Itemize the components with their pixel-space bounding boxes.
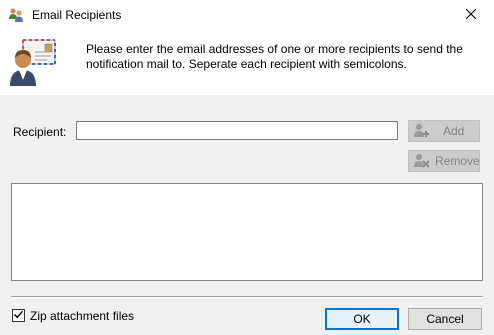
close-icon (465, 8, 477, 22)
checkmark-icon (13, 309, 24, 323)
recipient-input[interactable] (76, 121, 398, 140)
recipient-label: Recipient: (13, 125, 67, 139)
add-button-label: Add (443, 124, 465, 138)
email-contact-icon (9, 38, 57, 86)
remove-button-label: Remove (435, 154, 480, 168)
add-button[interactable]: Add (408, 120, 480, 142)
users-icon (8, 7, 24, 23)
instructions-text: Please enter the email addresses of one … (86, 42, 463, 71)
window-title: Email Recipients (32, 8, 122, 22)
remove-button[interactable]: Remove (408, 150, 480, 172)
title-bar: Email Recipients (0, 0, 494, 30)
separator (11, 296, 483, 298)
zip-checkbox-label[interactable]: Zip attachment files (30, 309, 134, 323)
recipients-listbox[interactable] (11, 183, 483, 281)
remove-user-icon (413, 153, 431, 169)
add-user-icon (413, 123, 431, 139)
cancel-button[interactable]: Cancel (408, 308, 482, 330)
zip-checkbox[interactable] (12, 309, 25, 322)
close-button[interactable] (448, 0, 494, 30)
ok-button[interactable]: OK (325, 308, 399, 330)
dialog-header: Please enter the email addresses of one … (0, 30, 494, 95)
